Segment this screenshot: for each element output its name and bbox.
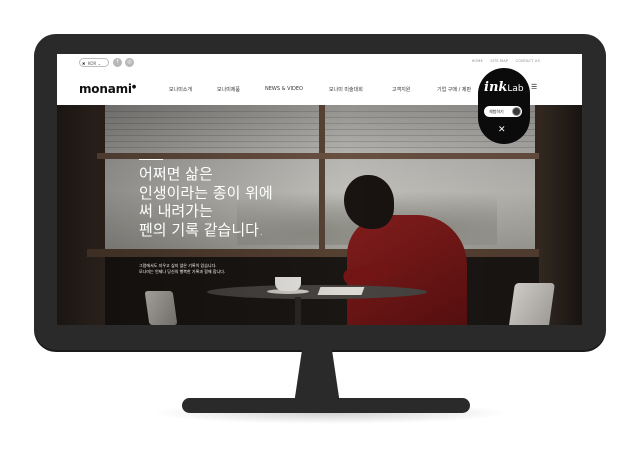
hero-title-line: 인생이라는 종이 위에 [139,183,273,202]
language-select[interactable]: ✖ KOR ⌄ [79,58,109,67]
inklab-logo-ink: ink [484,80,508,95]
sitemap-link[interactable]: SITE MAP [490,59,508,63]
contact-link[interactable]: CONTACT US [516,59,541,63]
nav-item-products[interactable]: 모나미제품 [217,86,240,93]
logo-mark: ● [131,84,136,90]
nav-item-about[interactable]: 모나미소개 [169,86,192,93]
language-label: KOR [88,61,97,66]
inklab-button-label: 체험하기 [489,109,504,114]
inklab-logo-lab: Lab [507,84,524,94]
nav-item-art-contest[interactable]: 모나미 미술대회 [329,86,363,93]
hero-subtitle-line: 모나미는 언제나 당신의 행복한 기록과 함께 합니다. [139,269,226,274]
utility-links: HOME SITE MAP CONTACT US [466,59,540,63]
language-flag-icon: ✖ [82,61,86,66]
instagram-icon[interactable]: ◎ [125,58,134,67]
hero-title: 어쩌면 삶은 인생이라는 종이 위에 써 내려가는 펜의 기록 같습니다. [139,165,339,239]
hero-title-line: 써 내려가는 [139,202,213,220]
hero-subtitle: 그럼에서도 지우고 싶지 않은 기록이 있습니다. 모나미는 언제나 당신의 행… [139,263,225,275]
hero-title-line: 어쩌면 삶은 [139,165,213,183]
menu-icon[interactable]: ☰ [531,84,537,91]
hero-title-line: 펜의 기록 같습니다. [139,220,264,239]
close-icon[interactable]: ✕ [498,126,506,135]
logo[interactable]: monami● [79,82,136,96]
monitor-stand-neck [294,348,340,404]
monitor-stand-base [182,398,470,413]
inklab-logo: inkLab [484,80,524,95]
home-link[interactable]: HOME [472,59,483,63]
hero-accent-line [139,159,163,160]
facebook-icon[interactable]: f [113,58,122,67]
inklab-badge: inkLab 체험하기 ✕ [478,68,530,144]
nav-item-support[interactable]: 고객지원 [392,86,410,93]
instagram-glyph: ◎ [127,59,132,65]
nav-item-news-video[interactable]: NEWS & VIDEO [265,86,303,92]
nav-item-corporate[interactable]: 기업 구매 / 제판 [437,86,471,93]
pen-icon [512,107,521,116]
logo-text: monami [79,82,132,96]
facebook-glyph: f [116,59,119,65]
inklab-experience-button[interactable]: 체험하기 [484,106,522,117]
